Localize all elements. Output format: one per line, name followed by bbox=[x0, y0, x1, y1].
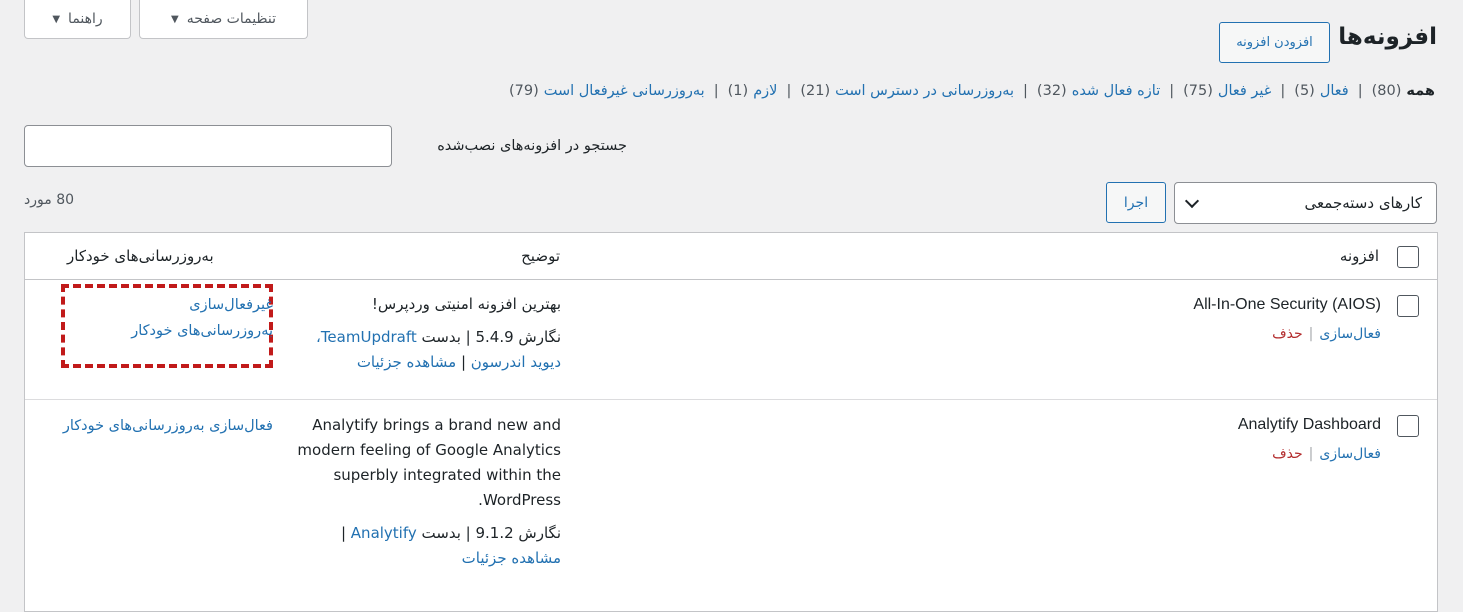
action-separator: | bbox=[1308, 446, 1314, 462]
delete-link[interactable]: حذف bbox=[1272, 326, 1303, 342]
filter-update-available-count: (21) bbox=[800, 83, 831, 99]
auto-update-cell: فعال‌سازی به‌روزرسانی‌های خودکار bbox=[61, 413, 273, 439]
search-label: جستجو در افزونه‌های نصب‌شده bbox=[437, 138, 627, 154]
select-all-checkbox[interactable] bbox=[1397, 246, 1419, 268]
disable-auto-updates-link[interactable]: غیرفعال‌سازی به‌روزرسانی‌های خودکار bbox=[61, 292, 273, 344]
filter-auto-update-disabled[interactable]: به‌روزرسانی غیرفعال است (79) bbox=[509, 83, 705, 99]
items-count: 80 مورد bbox=[24, 192, 75, 208]
column-header-auto-updates: به‌روزرسانی‌های خودکار bbox=[67, 247, 214, 265]
version-prefix: نگارش 5.4.9 | بدست bbox=[421, 328, 561, 346]
filter-all-count: (80) bbox=[1371, 83, 1402, 99]
table-header: افزونه توضیح به‌روزرسانی‌های خودکار bbox=[25, 233, 1437, 280]
filter-active-count: (5) bbox=[1294, 83, 1315, 99]
plugins-table: افزونه توضیح به‌روزرسانی‌های خودکار All-… bbox=[24, 232, 1438, 612]
filter-recently-active-count: (32) bbox=[1036, 83, 1067, 99]
filter-separator: | bbox=[1169, 83, 1175, 99]
plugin-description: Analytify brings a brand new and modern … bbox=[296, 413, 561, 571]
help-tab-button[interactable]: راهنما ▼ bbox=[24, 0, 131, 39]
filter-recently-active-label: تازه فعال شده bbox=[1071, 83, 1161, 99]
filter-must-use[interactable]: لازم (1) bbox=[728, 83, 778, 99]
filter-active[interactable]: فعال (5) bbox=[1294, 83, 1348, 99]
search-input[interactable] bbox=[24, 125, 392, 167]
plugin-description: بهترین افزونه امنیتی وردپرس! نگارش 5.4.9… bbox=[296, 292, 561, 375]
bulk-actions-selected: کارهای دسته‌جمعی bbox=[1304, 194, 1422, 212]
meta-separator: | bbox=[340, 524, 347, 542]
filter-separator: | bbox=[786, 83, 792, 99]
help-tab-label: راهنما bbox=[68, 11, 103, 27]
filter-separator: | bbox=[1023, 83, 1028, 99]
table-row: Analytify Dashboard فعال‌سازی | حذف Anal… bbox=[25, 400, 1437, 600]
filter-active-label: فعال bbox=[1319, 83, 1349, 99]
screen-tabs: راهنما ▼ تنظیمات صفحه ▼ bbox=[24, 0, 308, 39]
row-checkbox[interactable] bbox=[1397, 415, 1419, 437]
auto-update-cell: غیرفعال‌سازی به‌روزرسانی‌های خودکار bbox=[61, 292, 273, 344]
chevron-down-icon bbox=[1184, 193, 1200, 208]
plugin-name: Analytify Dashboard bbox=[1237, 416, 1381, 433]
caret-down-icon: ▼ bbox=[170, 13, 179, 25]
filter-update-available-label: به‌روزرسانی در دسترس است bbox=[835, 83, 1015, 99]
filter-auto-update-disabled-count: (79) bbox=[508, 83, 539, 99]
author-link[interactable]: Analytify bbox=[351, 524, 417, 542]
filter-all-label: همه bbox=[1406, 83, 1435, 99]
filter-all[interactable]: همه (80) bbox=[1372, 83, 1435, 99]
filter-inactive[interactable]: غیر فعال (75) bbox=[1183, 83, 1271, 99]
row-actions: فعال‌سازی | حذف bbox=[1272, 326, 1381, 342]
page-title: افزونه‌ها bbox=[1338, 24, 1437, 50]
plugin-name: All-In-One Security (AIOS) bbox=[1193, 296, 1381, 313]
description-text: بهترین افزونه امنیتی وردپرس! bbox=[371, 295, 561, 313]
meta-separator: | bbox=[460, 353, 466, 371]
delete-link[interactable]: حذف bbox=[1272, 446, 1303, 462]
screen-options-tab-label: تنظیمات صفحه bbox=[186, 11, 277, 27]
view-details-link[interactable]: مشاهده جزئیات bbox=[357, 353, 456, 371]
row-actions: فعال‌سازی | حذف bbox=[1272, 446, 1381, 462]
caret-down-icon: ▼ bbox=[52, 13, 61, 25]
view-details-link[interactable]: مشاهده جزئیات bbox=[462, 549, 561, 567]
action-separator: | bbox=[1308, 326, 1314, 342]
row-checkbox[interactable] bbox=[1397, 295, 1419, 317]
column-header-description: توضیح bbox=[521, 247, 560, 265]
filter-recently-active[interactable]: تازه فعال شده (32) bbox=[1037, 83, 1160, 99]
filter-inactive-label: غیر فعال bbox=[1217, 83, 1272, 99]
version-prefix: نگارش 9.1.2 | بدست bbox=[421, 524, 561, 542]
activate-link[interactable]: فعال‌سازی bbox=[1319, 326, 1381, 342]
activate-link[interactable]: فعال‌سازی bbox=[1319, 446, 1381, 462]
description-text: Analytify brings a brand new and modern … bbox=[297, 416, 561, 509]
auto-update-line-1: غیرفعال‌سازی bbox=[189, 297, 273, 313]
column-header-plugin: افزونه bbox=[1339, 247, 1379, 265]
plugin-version-info: نگارش 9.1.2 | بدست Analytify | مشاهده جز… bbox=[296, 521, 561, 571]
filter-separator: | bbox=[1280, 83, 1286, 99]
plugin-status-filters: همه (80) | فعال (5) | غیر فعال (75) | تا… bbox=[509, 83, 1435, 99]
add-new-plugin-button[interactable]: افزودن افزونه bbox=[1219, 22, 1330, 63]
screen-options-tab-button[interactable]: تنظیمات صفحه ▼ bbox=[139, 0, 308, 39]
filter-inactive-count: (75) bbox=[1183, 83, 1213, 99]
filter-separator: | bbox=[713, 83, 719, 99]
filter-must-use-label: لازم bbox=[753, 83, 778, 99]
bulk-actions-select[interactable]: کارهای دسته‌جمعی bbox=[1174, 182, 1437, 224]
filter-separator: | bbox=[1357, 83, 1363, 99]
filter-must-use-count: (1) bbox=[727, 83, 749, 99]
table-row: All-In-One Security (AIOS) فعال‌سازی | ح… bbox=[25, 280, 1437, 400]
filter-auto-update-disabled-label: به‌روزرسانی غیرفعال است bbox=[543, 83, 705, 99]
plugin-version-info: نگارش 5.4.9 | بدست TeamUpdraft، دیوید ان… bbox=[296, 325, 561, 375]
filter-update-available[interactable]: به‌روزرسانی در دسترس است (21) bbox=[800, 83, 1014, 99]
enable-auto-updates-link[interactable]: فعال‌سازی به‌روزرسانی‌های خودکار bbox=[61, 413, 273, 439]
auto-update-line-2: به‌روزرسانی‌های خودکار bbox=[131, 323, 273, 339]
apply-bulk-button[interactable]: اجرا bbox=[1106, 182, 1166, 223]
